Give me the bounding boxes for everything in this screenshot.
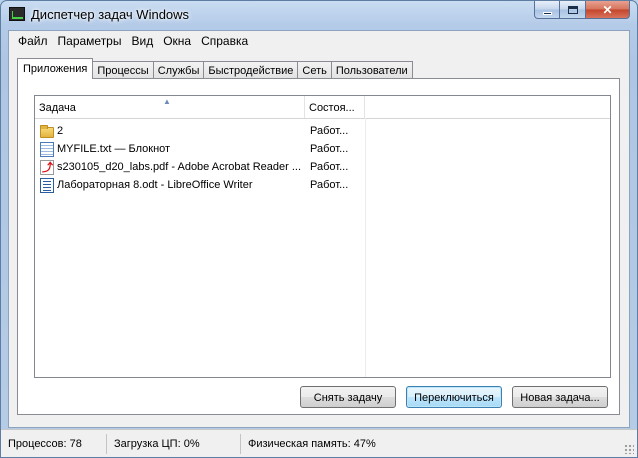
status-cpu: Загрузка ЦП: 0% [107, 433, 241, 454]
status-processes: Процессов: 78 [1, 433, 107, 454]
pdf-icon [40, 159, 54, 175]
minimize-icon [542, 11, 552, 15]
maximize-button[interactable] [560, 1, 586, 19]
caption-buttons: ✕ [534, 1, 630, 20]
tab-services[interactable]: Службы [152, 61, 205, 79]
status-memory: Физическая память: 47% [248, 437, 376, 450]
tab-users[interactable]: Пользователи [330, 61, 413, 79]
tab-processes[interactable]: Процессы [92, 61, 154, 79]
folder-icon [40, 124, 54, 138]
task-manager-window: Диспетчер задач Windows ✕ Файл Параметры… [0, 0, 638, 458]
notepad-icon [40, 141, 54, 157]
column-task-label: Задача [39, 102, 76, 114]
table-row[interactable]: 2 Работ... [35, 122, 610, 140]
task-list-header: ▲ Задача Состоя... [35, 96, 610, 119]
task-list[interactable]: ▲ Задача Состоя... 2 Работ... MYFILE.txt… [34, 95, 611, 378]
column-status[interactable]: Состоя... [305, 96, 365, 118]
column-status-label: Состоя... [309, 102, 355, 114]
tab-strip: Приложения Процессы Службы Быстродействи… [17, 58, 413, 79]
window-title: Диспетчер задач Windows [31, 7, 190, 22]
sort-ascending-icon: ▲ [163, 97, 171, 106]
close-icon: ✕ [602, 2, 613, 17]
applications-panel: ▲ Задача Состоя... 2 Работ... MYFILE.txt… [17, 78, 620, 415]
status-bar: Процессов: 78 Загрузка ЦП: 0% Физическая… [1, 429, 637, 457]
menu-view[interactable]: Вид [126, 31, 158, 51]
task-name: Лабораторная 8.odt - LibreOffice Writer [57, 179, 253, 191]
menu-help[interactable]: Справка [196, 31, 253, 51]
task-name: s230105_d20_labs.pdf - Adobe Acrobat Rea… [57, 161, 302, 173]
column-task[interactable]: ▲ Задача [35, 96, 305, 118]
writer-document-icon [40, 177, 54, 193]
maximize-icon [567, 5, 578, 14]
client-area: Файл Параметры Вид Окна Справка Приложен… [8, 30, 630, 428]
task-status: Работ... [310, 125, 349, 137]
switch-to-button[interactable]: Переключиться [406, 386, 502, 408]
menu-windows[interactable]: Окна [158, 31, 196, 51]
tab-applications[interactable]: Приложения [17, 58, 94, 79]
table-row[interactable]: Лабораторная 8.odt - LibreOffice Writer … [35, 176, 610, 194]
title-bar[interactable]: Диспетчер задач Windows ✕ [1, 1, 637, 29]
end-task-button[interactable]: Снять задачу [300, 386, 396, 408]
task-status: Работ... [310, 161, 349, 173]
tab-performance[interactable]: Быстродействие [203, 61, 299, 79]
menu-options[interactable]: Параметры [53, 31, 127, 51]
table-row[interactable]: MYFILE.txt — Блокнот Работ... [35, 140, 610, 158]
menu-file[interactable]: Файл [13, 31, 53, 51]
menu-bar: Файл Параметры Вид Окна Справка [9, 31, 629, 51]
task-manager-icon [9, 7, 25, 21]
task-status: Работ... [310, 143, 349, 155]
resize-grip-icon[interactable] [624, 444, 634, 454]
task-status: Работ... [310, 179, 349, 191]
table-row[interactable]: s230105_d20_labs.pdf - Adobe Acrobat Rea… [35, 158, 610, 176]
task-name: 2 [57, 125, 64, 137]
task-name: MYFILE.txt — Блокнот [57, 143, 171, 155]
close-button[interactable]: ✕ [586, 1, 630, 19]
new-task-button[interactable]: Новая задача... [512, 386, 608, 408]
tab-networking[interactable]: Сеть [297, 61, 332, 79]
minimize-button[interactable] [534, 1, 560, 19]
